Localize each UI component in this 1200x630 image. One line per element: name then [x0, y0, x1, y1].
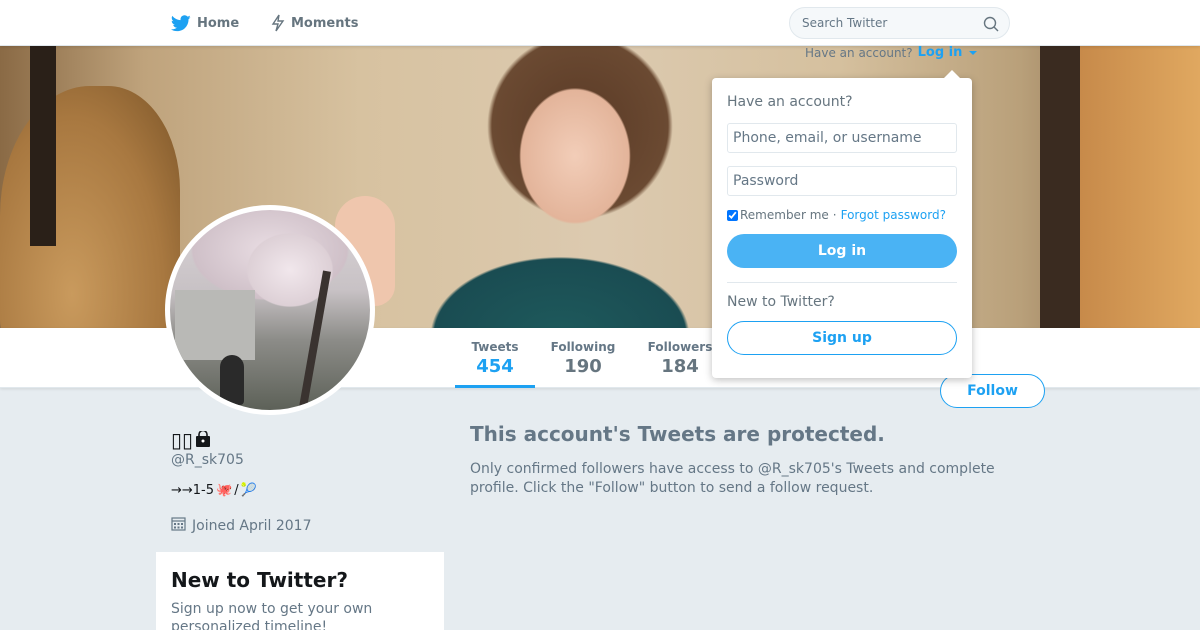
login-prompt: Have an account? Log in	[805, 45, 978, 60]
protected-message: Only confirmed followers have access to …	[470, 461, 995, 496]
stat-following[interactable]: Following 190	[543, 328, 623, 388]
twitter-bird-icon	[171, 14, 191, 32]
protected-title: This account's Tweets are protected.	[470, 422, 885, 446]
nav-moments-label: Moments	[291, 15, 359, 31]
nav-home-label: Home	[197, 15, 240, 31]
remember-me-label[interactable]: Remember me	[740, 208, 829, 222]
search-box	[789, 7, 1010, 39]
nav-moments[interactable]: Moments	[271, 0, 358, 46]
password-field[interactable]	[727, 166, 957, 196]
tennis-ball-emoji-icon: 🎾	[240, 483, 257, 498]
new-to-twitter-body: Sign up now to get your own personalized…	[171, 601, 373, 630]
profile-bio: →→1-5 🐙 / 🎾	[171, 483, 257, 498]
login-prompt-text: Have an account?	[805, 45, 913, 60]
joined-text: Joined April 2017	[192, 517, 312, 534]
banner-guitar-right-neck	[1040, 46, 1080, 328]
divider	[727, 282, 957, 283]
search-icon[interactable]	[983, 16, 999, 36]
banner-guitar-left	[0, 86, 180, 328]
stat-label: Following	[550, 340, 616, 354]
profile-handle[interactable]: @R_sk705	[171, 452, 244, 468]
top-navbar: Home Moments	[0, 0, 1200, 46]
username-field[interactable]	[727, 123, 957, 153]
stat-value: 454	[476, 356, 514, 377]
new-to-twitter-title: New to Twitter?	[171, 568, 348, 592]
new-to-twitter-box: New to Twitter? Sign up now to get your …	[156, 552, 444, 630]
caret-down-icon[interactable]	[969, 50, 978, 55]
display-name-text: ▯▯	[171, 428, 194, 452]
new-to-twitter-label: New to Twitter?	[727, 294, 835, 310]
lightning-icon	[271, 14, 285, 32]
remember-me-row: Remember me · Forgot password?	[727, 208, 957, 222]
avatar[interactable]	[165, 205, 375, 415]
avatar-building	[175, 290, 255, 360]
octopus-emoji-icon: 🐙	[216, 483, 233, 498]
stat-label: Tweets	[471, 340, 519, 354]
remember-me-checkbox[interactable]	[727, 209, 738, 221]
stat-value: 190	[564, 356, 602, 377]
avatar-tree-trunk	[297, 270, 331, 410]
separator-dot: ·	[832, 208, 837, 222]
profile-joined-date: Joined April 2017	[171, 516, 312, 535]
follow-button[interactable]: Follow	[940, 374, 1045, 408]
login-dropdown-title: Have an account?	[727, 94, 853, 110]
stat-followers[interactable]: Followers 184	[640, 328, 720, 388]
bio-slash: /	[234, 483, 239, 498]
forgot-password-link[interactable]: Forgot password?	[841, 208, 946, 222]
stat-value: 184	[661, 356, 699, 377]
calendar-icon	[171, 516, 186, 535]
bio-text: →→1-5	[171, 483, 215, 498]
stat-tweets[interactable]: Tweets 454	[455, 328, 535, 388]
lock-icon	[195, 428, 211, 452]
login-link[interactable]: Log in	[918, 45, 963, 60]
nav-home[interactable]: Home	[171, 0, 239, 46]
login-dropdown: Have an account? Remember me · Forgot pa…	[712, 70, 972, 378]
avatar-person	[220, 355, 244, 405]
search-input[interactable]	[802, 16, 972, 30]
banner-guitar-right-body	[1080, 46, 1200, 328]
profile-display-name: ▯▯	[171, 428, 211, 452]
login-button[interactable]: Log in	[727, 234, 957, 268]
signup-button[interactable]: Sign up	[727, 321, 957, 355]
banner-guitar-neck	[30, 46, 56, 246]
stat-label: Followers	[647, 340, 713, 354]
